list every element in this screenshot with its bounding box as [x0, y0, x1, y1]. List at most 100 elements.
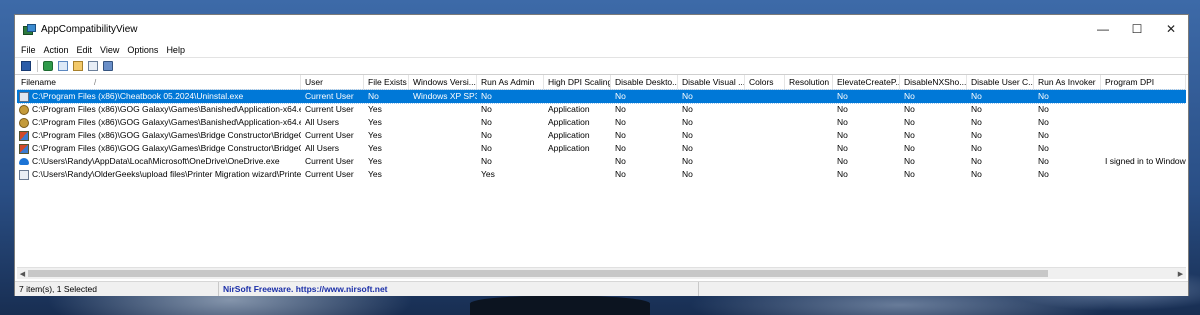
html-report-button[interactable] [86, 60, 99, 73]
scroll-track[interactable] [28, 269, 1175, 278]
menu-help[interactable]: Help [166, 45, 190, 55]
copy-button[interactable] [56, 60, 69, 73]
printer-file-icon [19, 169, 29, 180]
cell-disable-desktop: No [615, 130, 626, 140]
column-header-program-dpi[interactable]: Program DPI [1101, 75, 1186, 89]
cell-disable-user-callback: No [971, 91, 982, 101]
cell-filename: C:\Program Files (x86)\GOG Galaxy\Games\… [17, 142, 301, 155]
column-header-label: High DPI Scaling [548, 77, 611, 87]
column-header-file-exists[interactable]: File Exists [364, 75, 409, 89]
column-header-filename[interactable]: Filename / [17, 75, 301, 89]
column-header-disable-user-callback[interactable]: Disable User C... [967, 75, 1034, 89]
table-row[interactable]: C:\Program Files (x86)\GOG Galaxy\Games\… [17, 116, 1186, 129]
column-header-label: Disable User C... [971, 77, 1034, 87]
exit-button[interactable] [101, 60, 114, 73]
column-header-run-as-admin[interactable]: Run As Admin [477, 75, 544, 89]
menu-file[interactable]: File [21, 45, 41, 55]
table-row[interactable]: C:\Program Files (x86)\GOG Galaxy\Games\… [17, 142, 1186, 155]
column-header-disable-visual[interactable]: Disable Visual ... [678, 75, 745, 89]
app-compat-list[interactable]: Filename / User File Exists Windows Versi...… [17, 75, 1186, 267]
cell-file-exists: Yes [368, 104, 382, 114]
menu-edit[interactable]: Edit [77, 45, 98, 55]
cell-user: All Users [305, 117, 340, 127]
cell-elevate-create-process: No [837, 156, 848, 166]
column-header-disable-nx-show[interactable]: DisableNXSho... [900, 75, 967, 89]
toolbar-separator [37, 60, 38, 72]
column-header-label: Resolution [789, 77, 830, 87]
cell-disable-user-callback: No [971, 143, 982, 153]
column-header-resolution[interactable]: Resolution [785, 75, 833, 89]
cell-disable-visual: No [682, 91, 693, 101]
minimize-button[interactable]: — [1086, 15, 1120, 43]
menu-bar: File Action Edit View Options Help [15, 43, 1188, 57]
table-row[interactable]: C:\Program Files (x86)\GOG Galaxy\Games\… [17, 103, 1186, 116]
cell-disable-nx-show: No [904, 104, 915, 114]
close-button[interactable]: ✕ [1154, 15, 1188, 43]
cell-elevate-create-process: No [837, 143, 848, 153]
menu-options[interactable]: Options [127, 45, 163, 55]
cell-program-dpi: I signed in to Windows [1105, 156, 1186, 166]
properties-icon [72, 61, 83, 71]
table-row[interactable]: C:\Users\Randy\AppData\Local\Microsoft\O… [17, 155, 1186, 168]
cell-disable-user-callback: No [971, 169, 982, 179]
column-header-disable-desktop[interactable]: Disable Deskto... [611, 75, 678, 89]
cell-disable-nx-show: No [904, 169, 915, 179]
cell-run-as-invoker: No [1038, 91, 1049, 101]
cell-file-exists: Yes [368, 143, 382, 153]
column-header-windows-version[interactable]: Windows Versi... [409, 75, 477, 89]
properties-button[interactable] [71, 60, 84, 73]
list-header: Filename / User File Exists Windows Versi...… [17, 75, 1186, 90]
cell-user: Current User [305, 130, 354, 140]
cell-disable-desktop: No [615, 169, 626, 179]
table-row[interactable]: C:\Users\Randy\OlderGeeks\upload files\P… [17, 168, 1186, 181]
cell-run-as-admin: No [481, 130, 492, 140]
maximize-button[interactable]: ☐ [1120, 15, 1154, 43]
column-header-colors[interactable]: Colors [745, 75, 785, 89]
filename-text: C:\Program Files (x86)\Cheatbook 05.2024… [32, 91, 244, 101]
cell-filename: C:\Users\Randy\AppData\Local\Microsoft\O… [17, 155, 301, 168]
column-header-run-as-invoker[interactable]: Run As Invoker [1034, 75, 1101, 89]
column-header-elevate-create-process[interactable]: ElevateCreateP... [833, 75, 900, 89]
column-header-high-dpi-scaling[interactable]: High DPI Scaling [544, 75, 611, 89]
scroll-right-icon[interactable]: ▶ [1175, 268, 1186, 279]
refresh-button[interactable] [41, 60, 54, 73]
column-header-label: Run As Admin [481, 77, 535, 87]
column-header-label: Windows Versi... [413, 77, 476, 87]
toolbar [15, 57, 1188, 75]
cell-file-exists: Yes [368, 169, 382, 179]
filename-text: C:\Program Files (x86)\GOG Galaxy\Games\… [32, 104, 301, 114]
save-button[interactable] [19, 60, 32, 73]
bridge-file-icon [19, 143, 29, 154]
cell-windows-version: Windows XP SP3 [413, 91, 477, 101]
bridge-file-icon [19, 130, 29, 141]
cell-run-as-admin: No [481, 156, 492, 166]
cell-elevate-create-process: No [837, 117, 848, 127]
filename-text: C:\Program Files (x86)\GOG Galaxy\Games\… [32, 143, 301, 153]
table-row[interactable]: C:\Program Files (x86)\Cheatbook 05.2024… [17, 89, 1186, 104]
status-nirsoft-link[interactable]: NirSoft Freeware. https://www.nirsoft.ne… [219, 282, 699, 296]
cell-disable-visual: No [682, 156, 693, 166]
scroll-thumb[interactable] [28, 270, 1048, 277]
banished-file-icon [19, 104, 29, 115]
table-row[interactable]: C:\Program Files (x86)\GOG Galaxy\Games\… [17, 129, 1186, 142]
cell-disable-user-callback: No [971, 156, 982, 166]
cell-elevate-create-process: No [837, 169, 848, 179]
cell-high-dpi-scaling: Application [548, 117, 590, 127]
menu-action[interactable]: Action [44, 45, 74, 55]
exe-file-icon [19, 91, 29, 102]
refresh-icon [42, 61, 53, 71]
cell-run-as-admin: No [481, 91, 492, 101]
status-empty-panel [699, 282, 1188, 296]
cell-disable-user-callback: No [971, 117, 982, 127]
column-header-user[interactable]: User [301, 75, 364, 89]
banished-file-icon [19, 117, 29, 128]
horizontal-scrollbar[interactable]: ◀ ▶ [17, 267, 1186, 279]
cell-run-as-admin: No [481, 117, 492, 127]
menu-view[interactable]: View [100, 45, 124, 55]
title-bar[interactable]: AppCompatibilityView — ☐ ✕ [15, 15, 1188, 43]
filename-text: C:\Users\Randy\OlderGeeks\upload files\P… [32, 169, 301, 179]
app-window: AppCompatibilityView — ☐ ✕ File Action E… [14, 14, 1189, 296]
column-header-label: Filename [21, 77, 56, 87]
scroll-left-icon[interactable]: ◀ [17, 268, 28, 279]
cell-disable-nx-show: No [904, 130, 915, 140]
